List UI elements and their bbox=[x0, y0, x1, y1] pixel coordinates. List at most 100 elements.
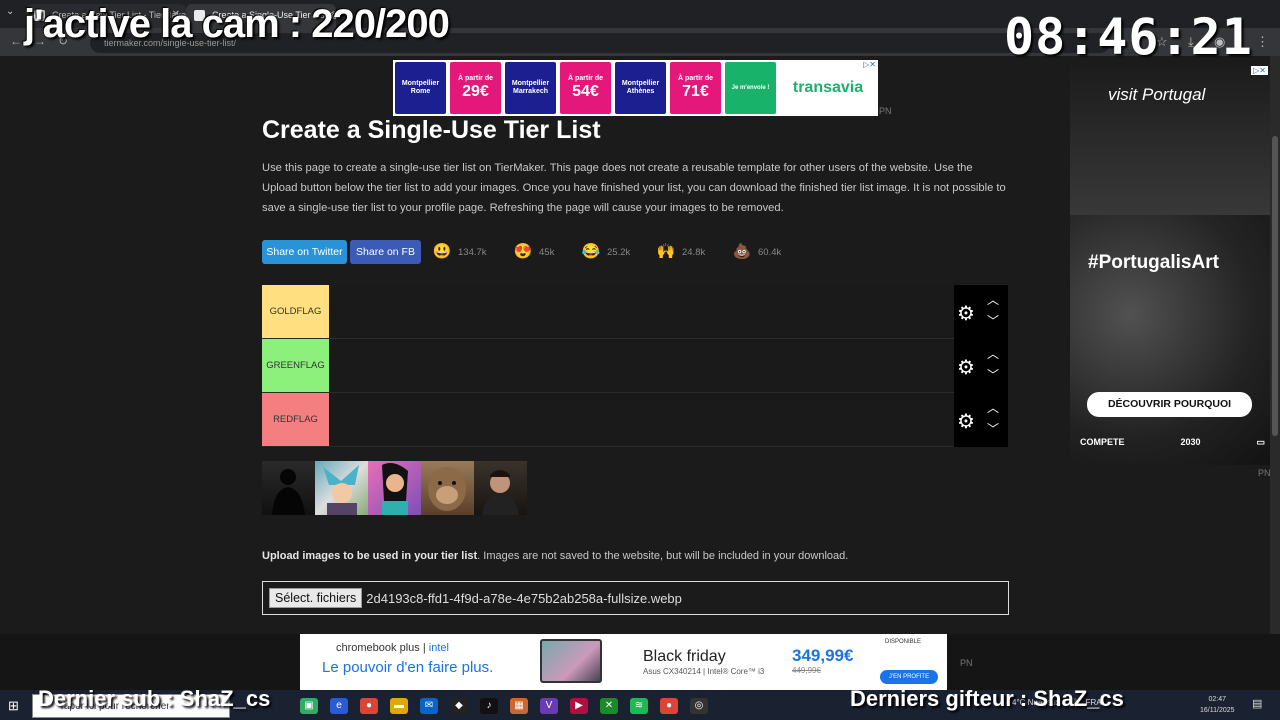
tier-dropzone[interactable] bbox=[329, 339, 954, 392]
poop-emoji-icon: 💩 bbox=[732, 243, 752, 260]
ad-tile-prefix: À partir de bbox=[457, 75, 493, 83]
tiktok-icon[interactable]: ♪ bbox=[480, 698, 498, 714]
app-icon[interactable]: ◆ bbox=[450, 698, 468, 714]
xbox-icon[interactable]: ✕ bbox=[600, 698, 618, 714]
tier-controls: ⚙ ︿ ﹀ bbox=[954, 393, 1008, 447]
ad-pn-label: PN bbox=[960, 658, 973, 668]
reaction-poop[interactable]: 💩 60.4k bbox=[732, 240, 782, 264]
app-icon[interactable]: ▦ bbox=[510, 698, 528, 714]
premiere-icon[interactable]: ▶ bbox=[570, 698, 588, 714]
ad-cta-button[interactable]: J'EN PROFITE bbox=[880, 670, 938, 684]
ad-tile-prefix: À partir de bbox=[677, 75, 713, 83]
tier-label[interactable]: GOLDFLAG bbox=[262, 285, 329, 338]
page-description: Use this page to create a single-use tie… bbox=[262, 162, 1006, 214]
eu-flag-icon: ▭ bbox=[1256, 437, 1265, 447]
reaction-laugh[interactable]: 😂 25.2k bbox=[581, 240, 631, 264]
heart-eyes-emoji-icon: 😍 bbox=[513, 243, 533, 260]
task-view-icon[interactable]: ▣ bbox=[300, 698, 318, 714]
taskbar-clock[interactable]: 02:47 16/11/2025 bbox=[1200, 694, 1235, 716]
adchoices-icon[interactable]: ▷✕ bbox=[1251, 66, 1268, 75]
selected-file-name: 2d4193c8-ffd1-4f9d-a78e-4e75b2ab258a-ful… bbox=[366, 590, 682, 606]
chevron-up-icon[interactable]: ︿ bbox=[987, 291, 999, 308]
ape-face-image bbox=[428, 467, 466, 511]
tier-dropzone[interactable] bbox=[329, 285, 954, 338]
edge-icon[interactable]: e bbox=[330, 698, 348, 714]
compete-logo: COMPETE bbox=[1080, 437, 1125, 447]
ad-price: 349,99€ bbox=[792, 646, 854, 665]
ad-tile-athenes: Montpellier Athènes bbox=[615, 62, 666, 114]
pool-image-man[interactable] bbox=[474, 461, 527, 515]
ad-pn-label: PN bbox=[1258, 468, 1271, 478]
ad-tile-price-54: À partir de 54€ bbox=[560, 62, 611, 114]
gear-icon[interactable]: ⚙ bbox=[957, 301, 975, 326]
cartoon-princess-image bbox=[382, 463, 408, 515]
scrollbar[interactable] bbox=[1270, 56, 1280, 690]
reaction-heart-eyes[interactable]: 😍 45k bbox=[513, 240, 555, 264]
share-twitter-button[interactable]: Share on Twitter bbox=[262, 240, 347, 264]
adchoices-icon[interactable]: ▷✕ bbox=[863, 60, 876, 69]
share-fb-button[interactable]: Share on FB bbox=[350, 240, 421, 264]
discover-button[interactable]: DÉCOUVRIR POURQUOI bbox=[1087, 392, 1252, 417]
ad-tile-prefix: À partir de bbox=[567, 75, 603, 83]
scrollbar-thumb[interactable] bbox=[1272, 136, 1278, 436]
gear-icon[interactable]: ⚙ bbox=[957, 409, 975, 434]
notification-icon[interactable]: ▤ bbox=[1252, 697, 1262, 710]
choose-files-button[interactable]: Sélect. fichiers bbox=[269, 588, 363, 608]
tab-search-icon[interactable]: ⌄ bbox=[6, 6, 14, 17]
tier-row-goldflag: GOLDFLAG ⚙ ︿ ﹀ bbox=[262, 285, 1008, 339]
pool-image-ape[interactable] bbox=[421, 461, 474, 515]
reaction-count: 45k bbox=[539, 246, 555, 258]
chevron-up-icon[interactable]: ︿ bbox=[987, 399, 999, 416]
upload-rest-text: . Images are not saved to the website, b… bbox=[477, 550, 849, 562]
ad-footer-logos: COMPETE 2030 ▭ bbox=[1080, 437, 1265, 448]
chevron-down-icon[interactable]: ﹀ bbox=[987, 312, 999, 329]
menu-icon[interactable]: ⋮ bbox=[1256, 34, 1269, 50]
tier-label[interactable]: REDFLAG bbox=[262, 393, 329, 446]
smile-emoji-icon: 😃 bbox=[432, 243, 452, 260]
tier-dropzone[interactable] bbox=[329, 393, 954, 446]
ad-tile-price-29: À partir de 29€ bbox=[450, 62, 501, 114]
chevron-down-icon[interactable]: ﹀ bbox=[987, 366, 999, 383]
file-explorer-icon[interactable]: ▬ bbox=[390, 698, 408, 714]
ad-price: 54€ bbox=[572, 83, 599, 101]
windows-start-icon[interactable]: ⊞ bbox=[8, 698, 22, 713]
tier-controls: ⚙ ︿ ﹀ bbox=[954, 285, 1008, 339]
ad-tile-rome: Montpellier Rome bbox=[395, 62, 446, 114]
visit-portugal-logo: visit Portugal bbox=[1108, 85, 1206, 104]
portugal-2030-logo: 2030 bbox=[1180, 437, 1201, 447]
ad-banner-bottom[interactable]: chromebook plus | intel Le pouvoir d'en … bbox=[300, 634, 947, 690]
reaction-hands[interactable]: 🙌 24.8k bbox=[656, 240, 706, 264]
spotify-icon[interactable]: ≋ bbox=[630, 698, 648, 714]
chromebook-intel-logo: chromebook plus | intel bbox=[336, 642, 449, 654]
image-pool bbox=[262, 461, 527, 515]
chevron-up-icon[interactable]: ︿ bbox=[987, 345, 999, 362]
ad-banner-right[interactable]: ▷✕ visit Portugal #PortugalisArt DÉCOUVR… bbox=[1070, 65, 1270, 465]
man-portrait-image bbox=[482, 470, 519, 515]
ad-price: 71€ bbox=[682, 83, 709, 101]
transavia-logo: transavia bbox=[792, 79, 864, 96]
tier-label[interactable]: GREENFLAG bbox=[262, 339, 329, 392]
chevron-down-icon[interactable]: ﹀ bbox=[987, 420, 999, 437]
visual-studio-icon[interactable]: V bbox=[540, 698, 558, 714]
taskbar-apps: ▣ e ● ▬ ✉ ◆ ♪ ▦ V ▶ ✕ ≋ ● ◎ bbox=[300, 698, 708, 714]
screen: ⌄ Create a New Tier List - TierMaker ✕ C… bbox=[0, 0, 1280, 720]
pool-image-princess[interactable] bbox=[368, 461, 421, 515]
upload-instructions: Upload images to be used in your tier li… bbox=[262, 550, 848, 562]
ad-tile-price-71: À partir de 71€ bbox=[670, 62, 721, 114]
reaction-count: 60.4k bbox=[758, 246, 782, 258]
tier-controls: ⚙ ︿ ﹀ bbox=[954, 339, 1008, 393]
outlook-icon[interactable]: ✉ bbox=[420, 698, 438, 714]
chrome-icon[interactable]: ● bbox=[660, 698, 678, 714]
gear-icon[interactable]: ⚙ bbox=[957, 355, 975, 380]
pool-image-anime[interactable] bbox=[315, 461, 368, 515]
reaction-smile[interactable]: 😃 134.7k bbox=[432, 240, 487, 264]
file-input[interactable]: Sélect. fichiers 2d4193c8-ffd1-4f9d-a78e… bbox=[262, 581, 1009, 615]
reaction-count: 24.8k bbox=[682, 246, 706, 258]
chrome-icon[interactable]: ● bbox=[360, 698, 378, 714]
ad-slogan: Le pouvoir d'en faire plus. bbox=[322, 659, 494, 676]
intel-logo: intel bbox=[428, 642, 449, 654]
ad-banner-top[interactable]: Montpellier Rome À partir de 29€ Montpell… bbox=[393, 60, 878, 116]
obs-icon[interactable]: ◎ bbox=[690, 698, 708, 714]
pool-image-silhouette[interactable] bbox=[262, 461, 315, 515]
back-icon[interactable]: ← bbox=[10, 34, 22, 48]
